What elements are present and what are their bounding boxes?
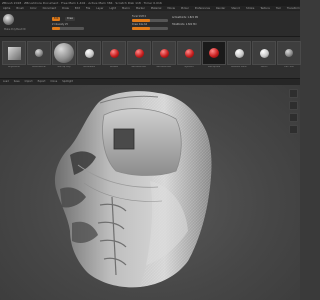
thumbnail-label: BasicMaterial3: [156, 66, 172, 68]
thumbnail-preview: [202, 41, 226, 65]
thumbnail-label: Flat Color: [284, 66, 294, 68]
sculpt-model: [54, 91, 212, 288]
z-intensity-label: Z Intensity 25: [52, 23, 68, 26]
thumbnail-label: PolyMesh3D: [7, 66, 21, 68]
z-intensity-fill: [52, 27, 60, 30]
material-sphere-icon: [285, 49, 293, 57]
thumbnail-preview: [77, 41, 101, 65]
3d-viewport[interactable]: [0, 85, 300, 300]
draw-mode-button[interactable]: Draw: [65, 17, 75, 21]
active-points: ActivePoints: 1.822 Mil: [172, 16, 199, 19]
thumbnail-preview: [102, 41, 126, 65]
focal-shift-fill: [132, 19, 150, 22]
thumbnail-preview: [277, 41, 301, 65]
thumbnail-label: SkinShade4: [83, 66, 95, 68]
thumbnail-label: BasicMaterial: [32, 66, 46, 68]
thumbnail-label: BasicMaterial2: [131, 66, 147, 68]
top-toolbar: [0, 11, 300, 37]
material-thumbnail[interactable]: MatCap Gray: [52, 41, 76, 69]
move-button[interactable]: [289, 101, 298, 110]
thumbnail-preview: [52, 41, 76, 65]
material-sphere-icon: [184, 48, 194, 58]
draw-size-label: Draw Size 64: [132, 23, 148, 26]
thumbnail-label: RedWax: [109, 66, 119, 68]
zbrush-logo: [3, 14, 14, 25]
material-sphere-icon: [159, 48, 169, 58]
rotate-button[interactable]: [289, 125, 298, 134]
draw-size-slider[interactable]: [132, 27, 168, 30]
material-thumbnail[interactable]: Sketch: [252, 41, 276, 69]
material-thumbnail[interactable]: BasicMat White: [227, 41, 251, 69]
thumbnail-label: BasicMat White: [231, 66, 247, 68]
z-intensity-slider[interactable]: [52, 27, 84, 30]
material-sphere-icon: [84, 48, 94, 58]
draw-size-fill: [132, 27, 150, 30]
material-sphere-icon: [209, 48, 219, 58]
material-thumbnail[interactable]: BasicMaterial2: [127, 41, 151, 69]
material-thumbnail[interactable]: PolyMesh3D: [2, 41, 26, 69]
material-thumbnail[interactable]: ToyPlastic: [177, 41, 201, 69]
material-sphere-icon: [234, 48, 244, 58]
thumbnail-preview: [227, 41, 251, 65]
frame-button[interactable]: [289, 89, 298, 98]
thumbnail-label: MatCap Gray: [57, 66, 71, 68]
material-sphere-icon: [54, 43, 74, 63]
zoom-button[interactable]: [289, 113, 298, 122]
material-thumbnail-strip: PolyMesh3D BasicMaterial MatCap Gray SkinSh…: [0, 37, 301, 79]
thumbnail-preview: [2, 41, 26, 65]
material-sphere-icon: [259, 48, 269, 58]
thumbnail-preview: [152, 41, 176, 65]
material-thumbnail[interactable]: Flat Color: [277, 41, 301, 69]
thumbnail-label: ToyPlastic: [184, 66, 194, 68]
edit-mode-button[interactable]: Edit: [52, 17, 61, 21]
material-thumbnail[interactable]: BasicMaterial3: [152, 41, 176, 69]
material-thumbnail[interactable]: SkinShade4: [77, 41, 101, 69]
toolbar-hint: Make PolyMesh3D: [4, 28, 26, 31]
thumbnail-preview: [127, 41, 151, 65]
thumbnail-label: MatCap Red: [207, 66, 221, 68]
polymesh-icon: [8, 47, 21, 60]
material-sphere-icon: [134, 48, 144, 58]
material-sphere-icon: [109, 48, 119, 58]
focal-shift-label: Focal Shift 0: [132, 15, 147, 18]
focal-shift-slider[interactable]: [132, 19, 168, 22]
thumbnail-preview: [177, 41, 201, 65]
material-sphere-icon: [35, 49, 43, 57]
material-thumbnail[interactable]: MatCap Red: [202, 41, 226, 69]
material-thumbnail[interactable]: RedWax: [102, 41, 126, 69]
material-thumbnail[interactable]: BasicMaterial: [27, 41, 51, 69]
thumbnail-preview: [27, 41, 51, 65]
thumbnail-label: Sketch: [260, 66, 268, 68]
total-points: TotalPoints: 1.822 Mil: [172, 23, 197, 26]
square-cutout: [113, 128, 135, 150]
thumbnail-preview: [252, 41, 276, 65]
